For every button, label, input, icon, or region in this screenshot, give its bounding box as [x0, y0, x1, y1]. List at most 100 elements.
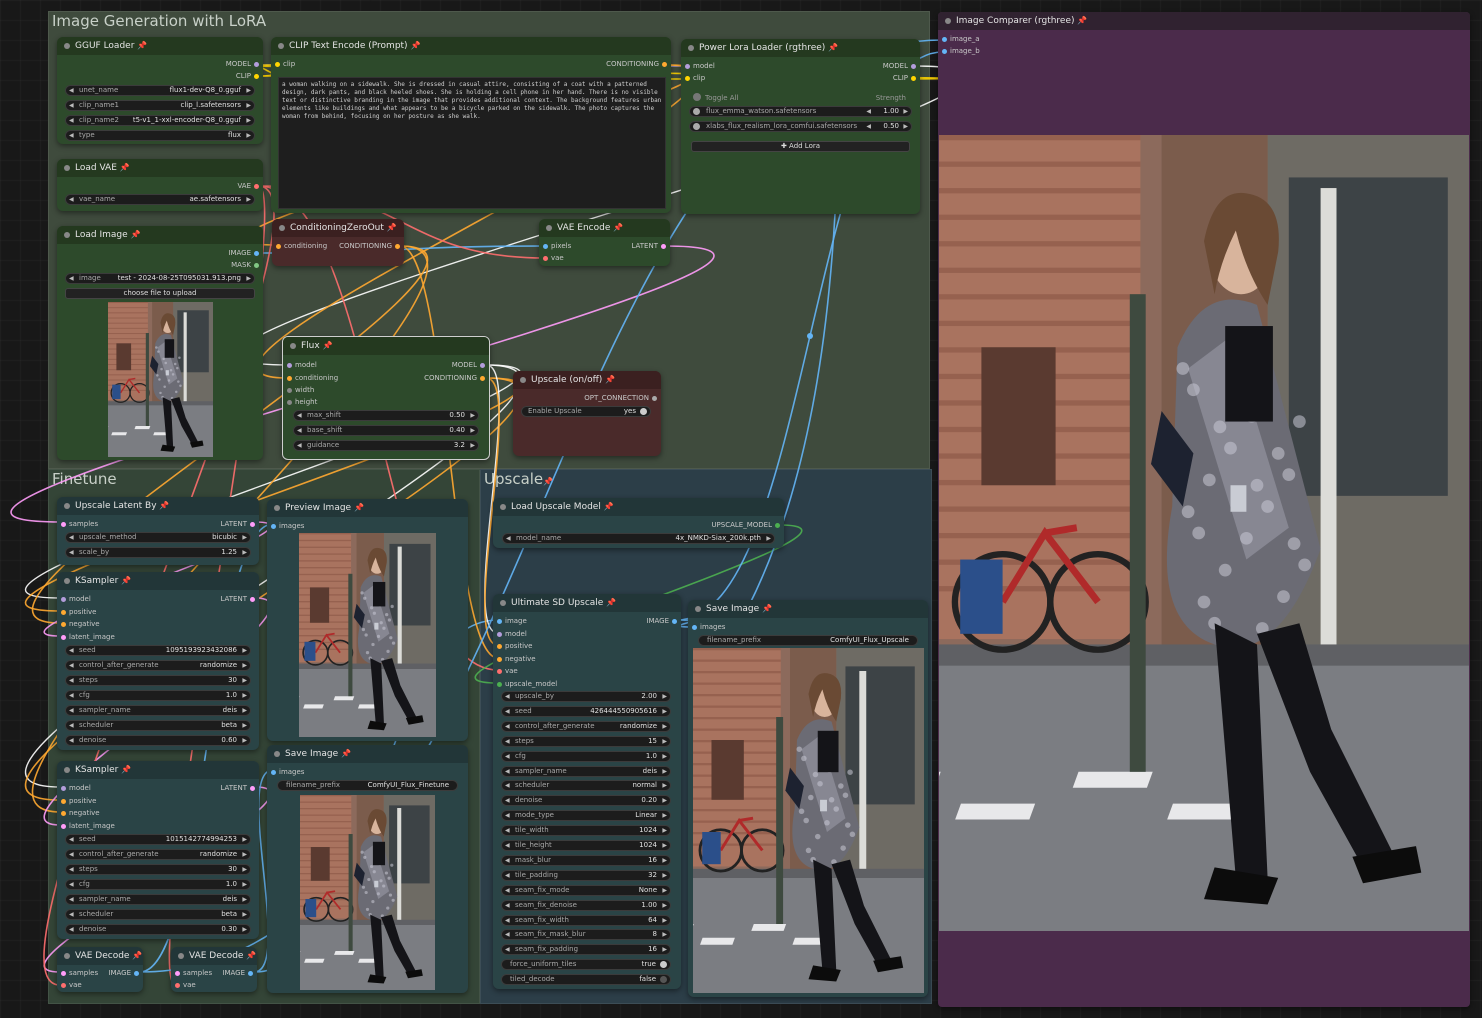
node-preview-image[interactable]: Preview Image 📌 images	[267, 499, 468, 741]
widget-7[interactable]: ◀ denoise 0.20 ▶	[501, 795, 671, 807]
widget-5[interactable]: ◀ scheduler beta ▶	[65, 720, 251, 731]
output-port[interactable]: LATENT	[220, 594, 259, 605]
widget-2[interactable]: ◀ steps 30 ▶	[65, 675, 251, 686]
widget-3[interactable]: ◀ steps 15 ▶	[501, 735, 671, 747]
widget-3[interactable]: ◀ cfg 1.0 ▶	[65, 690, 251, 701]
node-title[interactable]: CLIP Text Encode (Prompt) 📌	[271, 37, 671, 55]
input-vae[interactable]: vae	[171, 980, 196, 991]
output-conditioning[interactable]: CONDITIONING	[606, 59, 671, 70]
node-gguf-loader[interactable]: GGUF Loader 📌 MODEL CLIP ◀ unet_name flux1…	[57, 37, 263, 144]
node-title[interactable]: Ultimate SD Upscale 📌	[493, 594, 681, 612]
widget-0[interactable]: ◀ unet_name flux1-dev-Q8_0.gguf ▶	[65, 85, 255, 96]
input-port[interactable]: latent_image	[57, 821, 115, 832]
node-ksampler-2[interactable]: KSampler 📌 model positive negative latent_i…	[57, 761, 259, 939]
output-model[interactable]: MODEL	[452, 360, 489, 371]
widget-2[interactable]: ◀ guidance 3.2 ▶	[293, 440, 479, 451]
add-lora-button[interactable]: ✚ Add Lora	[691, 141, 910, 152]
node-save-image-upscale[interactable]: Save Image 📌 images filename_prefix Comfy…	[688, 600, 928, 997]
input-pixels[interactable]: pixels	[539, 241, 571, 252]
output-image[interactable]: IMAGE	[108, 968, 143, 979]
widget-6[interactable]: ◀ denoise 0.60 ▶	[65, 735, 251, 746]
output-model[interactable]: MODEL	[883, 61, 920, 72]
widget-13[interactable]: ◀ seam_fix_mode None ▶	[501, 884, 671, 896]
node-load-upscale-model[interactable]: Load Upscale Model 📌 UPSCALE_MODEL ◀ mode…	[493, 498, 784, 548]
widget-4[interactable]: ◀ cfg 1.0 ▶	[501, 750, 671, 762]
toggle-all[interactable]: Toggle All	[693, 93, 738, 104]
input-port[interactable]: model	[57, 594, 91, 605]
output-clip[interactable]: CLIP	[893, 73, 920, 84]
node-title[interactable]: KSampler 📌	[57, 572, 259, 590]
input-image-b[interactable]: image_b	[938, 46, 980, 57]
input-conditioning[interactable]: conditioning	[283, 373, 338, 384]
node-title[interactable]: VAE Decode 📌	[171, 947, 257, 965]
output-clip[interactable]: CLIP	[236, 71, 263, 82]
widget-2[interactable]: ◀ clip_name2 t5-v1_1-xxl-encoder-Q8_0.gguf…	[65, 115, 255, 126]
widget-0[interactable]: ◀ seed 1015142774994253 ▶	[65, 834, 251, 845]
node-ultimate-sd-upscale[interactable]: Ultimate SD Upscale 📌 image model positive…	[493, 594, 681, 989]
widget-14[interactable]: ◀ seam_fix_denoise 1.00 ▶	[501, 899, 671, 911]
output-conditioning[interactable]: CONDITIONING	[339, 241, 404, 252]
lora-row-1[interactable]: xlabs_flux_realism_lora_comfui.safetenso…	[689, 121, 912, 132]
input-port[interactable]: positive	[57, 607, 96, 618]
toggle-widget-0[interactable]: force_uniform_tiles true	[501, 959, 671, 971]
widget-filename-prefix[interactable]: filename_prefix ComfyUI_Flux_Upscale	[698, 635, 918, 646]
input-vae[interactable]: vae	[57, 980, 82, 991]
node-clip-text-encode[interactable]: CLIP Text Encode (Prompt) 📌 clip CONDITI…	[271, 37, 671, 213]
input-port[interactable]: positive	[493, 641, 532, 652]
input-clip[interactable]: clip	[681, 73, 705, 84]
comparer-image-view[interactable]	[939, 135, 1469, 931]
node-flux[interactable]: Flux 📌 model conditioning width height M…	[282, 336, 490, 460]
widget-1[interactable]: ◀ seed 426444550905616 ▶	[501, 705, 671, 717]
widget-0[interactable]: ◀ upscale_method bicubic ▶	[65, 532, 251, 543]
node-title[interactable]: GGUF Loader 📌	[57, 37, 263, 55]
widget-4[interactable]: ◀ sampler_name deis ▶	[65, 894, 251, 905]
output-image[interactable]: IMAGE	[222, 968, 257, 979]
widget-0[interactable]: ◀ upscale_by 2.00 ▶	[501, 691, 671, 702]
input-samples[interactable]: samples	[57, 519, 98, 530]
node-vae-encode[interactable]: VAE Encode 📌 pixels vae LATENT	[539, 219, 670, 266]
prompt-textarea[interactable]: a woman walking on a sidewalk. She is dr…	[278, 77, 666, 209]
widget-1[interactable]: ◀ base_shift 0.40 ▶	[293, 425, 479, 436]
node-title[interactable]: Power Lora Loader (rgthree) 📌	[681, 39, 920, 57]
node-title[interactable]: Load Image 📌	[57, 226, 263, 244]
input-samples[interactable]: samples	[57, 968, 98, 979]
widget-15[interactable]: ◀ seam_fix_width 64 ▶	[501, 914, 671, 926]
input-port[interactable]: positive	[57, 796, 96, 807]
input-conditioning[interactable]: conditioning	[272, 241, 327, 252]
widget-enable-upscale[interactable]: Enable Upscale yes	[521, 406, 651, 417]
node-save-image-finetune[interactable]: Save Image 📌 images filename_prefix Comfy…	[267, 745, 468, 993]
input-port[interactable]: negative	[57, 808, 100, 819]
widget-0[interactable]: ◀ max_shift 0.50 ▶	[293, 410, 479, 421]
node-title[interactable]: Load Upscale Model 📌	[493, 498, 784, 516]
input-images[interactable]: images	[688, 622, 725, 633]
output-latent[interactable]: LATENT	[220, 519, 259, 530]
input-port[interactable]: image	[493, 616, 527, 627]
node-power-lora-loader[interactable]: Power Lora Loader (rgthree) 📌 model clip…	[681, 39, 920, 214]
widget-0[interactable]: ◀ seed 1095193923432086 ▶	[65, 645, 251, 656]
node-title[interactable]: Preview Image 📌	[267, 499, 468, 517]
widget-10[interactable]: ◀ tile_height 1024 ▶	[501, 840, 671, 851]
input-clip[interactable]: clip	[271, 59, 295, 70]
output-latent[interactable]: LATENT	[631, 241, 670, 252]
output-port[interactable]: IMAGE	[646, 616, 681, 627]
lora-toggle[interactable]	[693, 123, 700, 130]
widget-2[interactable]: ◀ steps 30 ▶	[65, 864, 251, 875]
input-port[interactable]: latent_image	[57, 632, 115, 643]
input-port[interactable]: model	[57, 783, 91, 794]
lora-row-0[interactable]: flux_emma_watson.safetensors 1.00 ▶ ◀	[689, 106, 912, 117]
widget-4[interactable]: ◀ sampler_name deis ▶	[65, 705, 251, 716]
widget-5[interactable]: ◀ scheduler beta ▶	[65, 909, 251, 920]
widget-8[interactable]: ◀ mode_type Linear ▶	[501, 810, 671, 822]
node-image-comparer[interactable]: Image Comparer (rgthree) 📌 image_a image…	[938, 12, 1470, 1007]
output-opt-connection[interactable]: OPT_CONNECTION	[584, 393, 661, 404]
node-title[interactable]: VAE Encode 📌	[539, 219, 670, 237]
input-image-a[interactable]: image_a	[938, 34, 980, 45]
node-title[interactable]: Flux 📌	[283, 337, 489, 355]
output-upscale-model[interactable]: UPSCALE_MODEL	[711, 520, 784, 531]
node-load-vae[interactable]: Load VAE 📌 VAE ◀ vae_name ae.safetensors ▶	[57, 159, 263, 211]
input-images[interactable]: images	[267, 521, 304, 532]
widget-11[interactable]: ◀ mask_blur 16 ▶	[501, 854, 671, 866]
widget-1[interactable]: ◀ clip_name1 clip_l.safetensors ▶	[65, 100, 255, 111]
node-vae-decode-1[interactable]: VAE Decode 📌 samples vae IMAGE	[57, 947, 143, 992]
widget-vae-name[interactable]: ◀ vae_name ae.safetensors ▶	[65, 194, 255, 205]
